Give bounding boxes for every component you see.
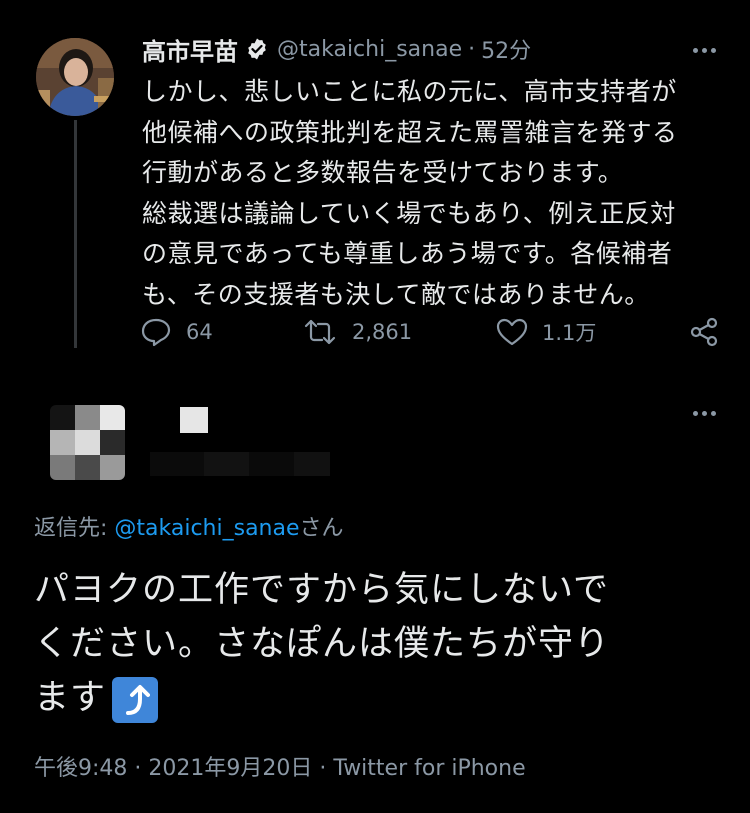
separator-dot: · [468,36,476,62]
reply-handle-pixelated [150,452,330,476]
verified-badge-icon [245,37,269,61]
tweet-time[interactable]: 午後9:48 [34,756,127,781]
more-options-icon[interactable] [684,403,724,423]
more-options-icon[interactable] [684,40,724,60]
tweet-text-line: の意見であっても尊重しあう場です。各候補者 [142,239,673,268]
reply-icon [141,318,171,347]
retweet-icon [304,319,336,345]
like-count: 1.1万 [542,321,597,345]
tweet-text-line: 総裁選は議論していく場でもあり、例え正反対 [142,198,676,228]
author-name[interactable]: 高市早苗 [142,32,238,67]
separator-dot: · [134,756,142,781]
author-handle[interactable]: @takaichi_sanae [277,37,462,62]
reply-tweet-text: パヨクの工作ですから気にしないで ください。さなぽんは僕たちが守り ます [34,563,734,725]
tweet-text-line: しかし、悲しいことに私の元に、高市支持者が [142,77,677,106]
tweet-source[interactable]: Twitter for iPhone [333,756,525,781]
reply-to-label: 返信先: [34,516,115,541]
reply-avatar-pixelated[interactable] [50,405,125,480]
heart-icon [496,318,528,346]
tweet-date[interactable]: 2021年9月20日 [148,756,312,781]
share-icon [690,317,718,347]
tweet-time-ago[interactable]: 52分 [481,33,531,65]
reply-name-pixelated [180,407,208,433]
tweet-text-line: 他候補への政策批判を超えた罵詈雑言を発する [142,117,678,147]
reply-text-line: ます [34,678,107,718]
tweet-actions: 64 2,861 1.1万 [140,312,730,352]
reply-to-line: 返信先: @takaichi_sanaeさん [34,510,344,542]
thread-connector-line [74,120,77,348]
avatar[interactable] [36,38,114,116]
reply-count: 64 [186,320,213,344]
tweet-text: しかし、悲しいことに私の元に、高市支持者が 他候補への政策批判を超えた罵詈雑言を… [142,72,732,315]
reply-text-line: パヨクの工作ですから気にしないで [34,570,609,610]
tweet-meta: 午後9:48 · 2021年9月20日 · Twitter for iPhone [34,750,526,782]
share-button[interactable] [688,312,720,352]
retweet-button[interactable]: 2,861 [302,312,412,352]
tweet-text-line: も、その支援者も決して敵ではありません。 [142,279,650,309]
separator-dot: · [319,756,327,781]
tweet-text-line: 行動があると多数報告を受けております。 [142,158,624,187]
reply-to-suffix: さん [299,516,344,541]
tweet-header: 高市早苗 @takaichi_sanae · 52分 [142,32,531,66]
right-arrow-curving-up-icon [112,677,159,723]
reply-button[interactable]: 64 [140,312,213,352]
reply-to-mention-link[interactable]: @takaichi_sanae [114,516,299,541]
reply-text-line: ください。さなぽんは僕たちが守り [34,624,611,664]
like-button[interactable]: 1.1万 [496,312,596,352]
retweet-count: 2,861 [352,320,413,344]
